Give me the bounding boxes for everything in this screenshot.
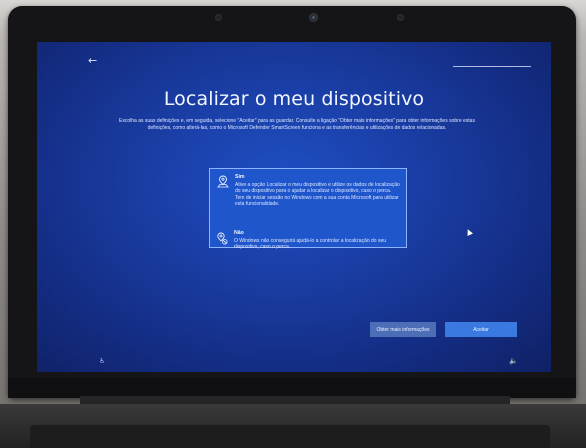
option-yes-description: Ative a opção Localizar o meu dispositiv… [235,181,400,208]
webcam [309,13,318,22]
page-title: Localizar o meu dispositivo [163,88,425,110]
description-text: Escolha as suas definições e, em seguida… [107,118,487,132]
device-location-off-icon [217,232,228,245]
description-main: Escolha as suas definições e, em seguida… [119,118,475,132]
oobe-screen: ← Localizar o meu dispositivo Escolha as… [37,42,551,372]
mouse-cursor [465,228,473,236]
option-no[interactable]: Não O Windows não conseguirá ajudá-lo a … [209,226,407,266]
bezel-bottom [8,378,576,398]
option-yes-title: Sim [235,174,245,180]
microphone-right [397,14,404,21]
ease-of-access-icon[interactable]: ♿ [99,357,105,365]
option-no-description: O Windows não conseguirá ajudá-lo a cont… [234,237,387,251]
microphone-left [215,14,222,21]
progress-indicator [453,66,531,67]
device-location-icon [217,175,229,188]
more-info-button[interactable]: Obter mais informações [370,322,436,337]
accept-button[interactable]: Aceitar [445,322,517,337]
back-arrow-icon[interactable]: ← [88,54,97,67]
laptop-base-edge [30,425,550,448]
volume-icon[interactable]: 🔈 [509,357,518,365]
option-no-title: Não [234,230,244,236]
